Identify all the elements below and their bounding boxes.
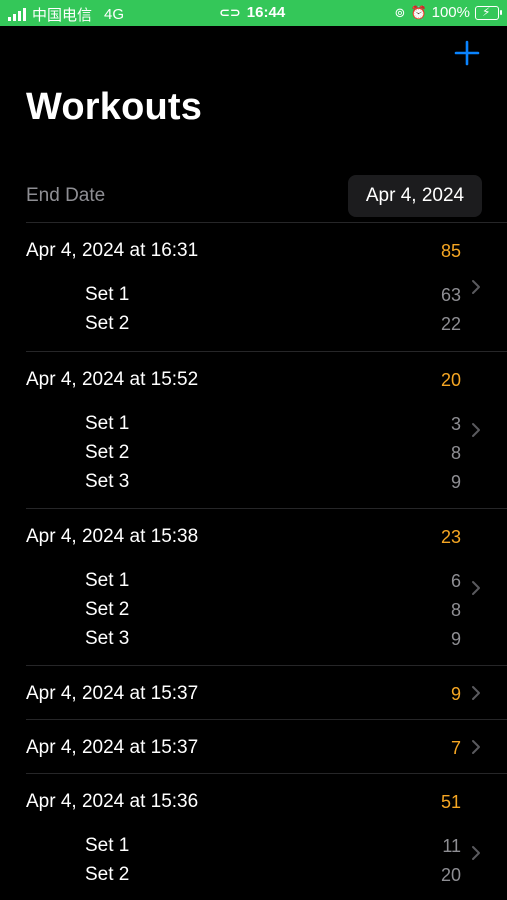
set-label: Set 2	[85, 313, 130, 334]
workout-date: Apr 4, 2024 at 15:52	[26, 369, 199, 390]
end-date-picker[interactable]: Apr 4, 2024	[348, 175, 482, 217]
set-value: 8	[450, 600, 461, 620]
workout-row[interactable]: Apr 4, 2024 at 15:37 7	[0, 720, 507, 774]
set-label: Set 3	[85, 628, 130, 649]
set-value: 3	[450, 414, 461, 434]
workout-date: Apr 4, 2024 at 15:36	[26, 791, 199, 812]
set-value: 6	[450, 571, 461, 591]
set-value: 22	[440, 314, 461, 334]
set-label: Set 2	[85, 599, 130, 620]
rotation-lock-icon: ⊚	[394, 4, 406, 20]
status-bar: 中国电信 4G ⊂⊃ 16:44 ⊚ ⏰ 100% ⚡	[0, 0, 507, 26]
plus-icon[interactable]	[452, 38, 482, 68]
set-value: 8	[450, 443, 461, 463]
page-title: Workouts	[26, 86, 203, 128]
chevron-right-icon	[472, 740, 480, 754]
set-label: Set 1	[85, 835, 130, 856]
workout-total: 20	[440, 370, 461, 390]
set-value: 9	[450, 472, 461, 492]
set-label: Set 2	[85, 864, 130, 885]
chevron-right-icon	[472, 581, 480, 595]
set-value: 63	[440, 285, 461, 305]
workout-row[interactable]: Apr 4, 2024 at 15:37 9	[0, 666, 507, 720]
battery-icon: ⚡	[475, 5, 502, 20]
battery-percent: 100%	[431, 4, 470, 21]
workout-date: Apr 4, 2024 at 15:38	[26, 526, 199, 547]
workout-date: Apr 4, 2024 at 15:37	[26, 683, 199, 704]
workout-total: 9	[450, 684, 461, 704]
workout-total: 51	[440, 792, 461, 812]
workout-row[interactable]: Apr 4, 2024 at 15:38 23 Set 1 6 Set 2 8 …	[0, 509, 507, 665]
chevron-right-icon	[472, 423, 480, 437]
workout-total: 7	[450, 738, 461, 758]
set-value: 9	[450, 629, 461, 649]
set-label: Set 1	[85, 413, 130, 434]
link-icon: ⊂⊃	[219, 4, 241, 20]
carrier-label: 中国电信	[32, 7, 93, 24]
set-label: Set 3	[85, 471, 130, 492]
workout-row[interactable]: Apr 4, 2024 at 16:31 85 Set 1 63 Set 2 2…	[0, 223, 507, 351]
workout-date: Apr 4, 2024 at 16:31	[26, 240, 199, 261]
set-value: 11	[442, 836, 461, 856]
set-label: Set 2	[85, 442, 130, 463]
end-date-label: End Date	[26, 185, 106, 206]
workout-total: 85	[440, 241, 461, 261]
workout-row[interactable]: Apr 4, 2024 at 15:52 20 Set 1 3 Set 2 8 …	[0, 352, 507, 508]
clock-label: 16:44	[246, 4, 286, 21]
set-label: Set 1	[85, 570, 130, 591]
signal-icon	[8, 8, 26, 21]
alarm-icon: ⏰	[410, 4, 427, 20]
chevron-right-icon	[472, 846, 480, 860]
network-label: 4G	[104, 6, 125, 23]
workout-date: Apr 4, 2024 at 15:37	[26, 737, 199, 758]
set-label: Set 1	[85, 284, 130, 305]
chevron-right-icon	[472, 280, 480, 294]
workout-row[interactable]: Apr 4, 2024 at 15:36 51 Set 1 11 Set 2 2…	[0, 774, 507, 900]
set-value: 20	[440, 865, 461, 885]
workout-total: 23	[440, 527, 461, 547]
chevron-right-icon	[472, 686, 480, 700]
